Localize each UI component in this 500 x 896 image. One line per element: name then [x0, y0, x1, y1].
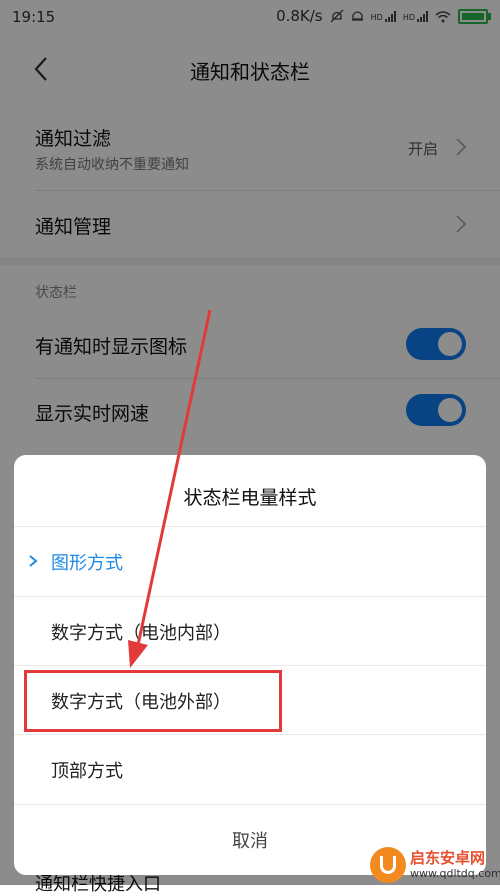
watermark-logo-icon — [370, 847, 406, 883]
settings-screen: 19:15 0.8K/s HD HD 通知和状态栏 通知过滤 系统自动收纳不重要… — [0, 0, 500, 895]
watermark: 启东安卓网 www.qdltdq.com — [370, 845, 500, 885]
watermark-url: www.qdltdq.com — [410, 867, 500, 880]
watermark-name: 启东安卓网 — [410, 849, 486, 867]
annotation-arrow-icon — [128, 309, 212, 668]
